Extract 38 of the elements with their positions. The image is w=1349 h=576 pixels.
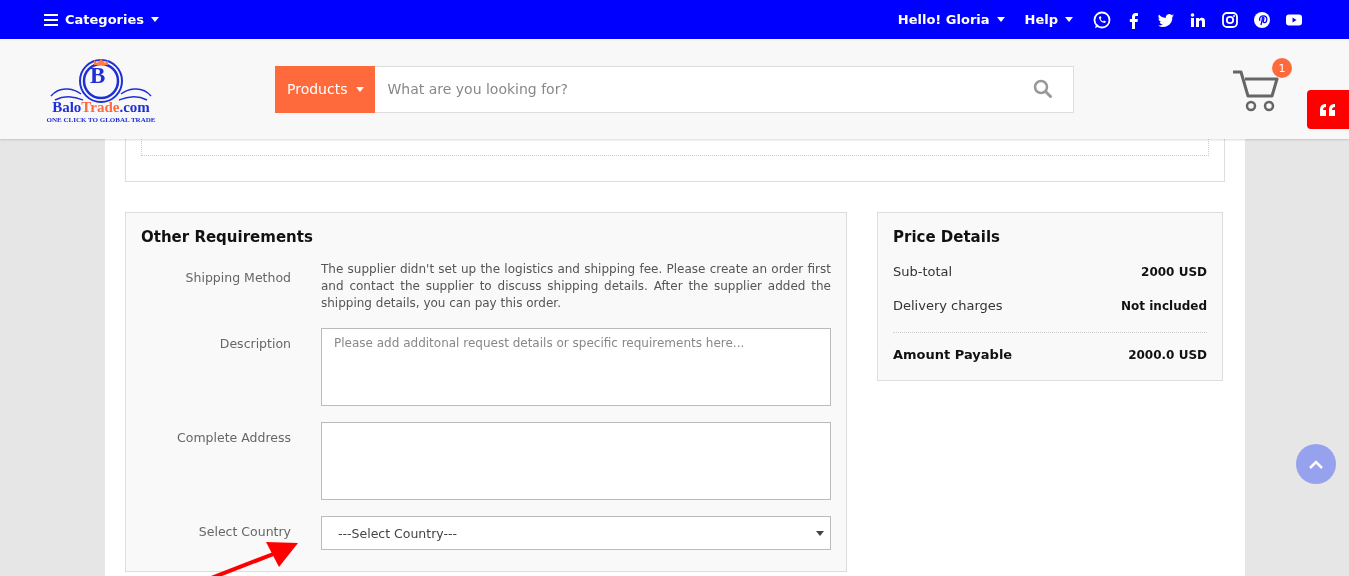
chevron-up-icon — [1309, 459, 1323, 469]
field-label: Description — [218, 335, 292, 351]
search-icon[interactable] — [1033, 79, 1053, 99]
whatsapp-icon[interactable] — [1093, 10, 1111, 29]
caret-icon — [1065, 17, 1073, 22]
caret-icon — [356, 86, 365, 92]
shipping-note: The supplier didn't set up the logistics and shipping fee. Please create an order first and contact the supplier to discuss shipping details. After the supplier added the shipping details, you can pay this order. — [321, 261, 831, 312]
logo-letter: B — [90, 64, 106, 87]
menu-icon — [44, 13, 58, 26]
linkedin-icon[interactable] — [1189, 10, 1207, 29]
field-label: Shipping Method — [184, 269, 292, 285]
account-menu[interactable]: Hello! Gloria — [897, 12, 1005, 27]
instagram-icon[interactable] — [1221, 10, 1239, 29]
country-select[interactable]: ---Select Country--- — [321, 516, 831, 550]
price-value: 2000 USD — [1141, 264, 1207, 279]
logo-text: BaloTrade.com — [52, 100, 150, 115]
price-label: Sub-total — [893, 264, 953, 279]
price-label: Delivery charges — [893, 298, 1003, 313]
panel-title: Price Details — [893, 228, 1001, 246]
field-label: Complete Address — [176, 429, 292, 445]
search-field[interactable]: What are you looking for? — [375, 65, 1074, 113]
caret-icon — [151, 17, 159, 22]
help-menu[interactable]: Help — [1024, 12, 1073, 27]
quote-icon — [1320, 103, 1336, 116]
pinterest-icon[interactable] — [1253, 10, 1271, 29]
caret-icon — [816, 530, 824, 536]
cart-count-badge: 1 — [1272, 58, 1292, 78]
field-label: Select Country — [197, 523, 292, 539]
search-input[interactable]: What are you looking for? — [375, 80, 1033, 98]
quote-tab[interactable] — [1307, 90, 1349, 129]
panel-title: Other Requirements — [141, 228, 314, 246]
price-label: Amount Payable — [893, 347, 1013, 362]
categories-menu[interactable]: Categories — [44, 12, 159, 27]
price-value: 2000.0 USD — [1128, 347, 1207, 362]
price-value: Not included — [1121, 298, 1207, 313]
text-area[interactable]: Please add additonal request details or specific requirements here... — [321, 328, 831, 406]
caret-icon — [996, 17, 1005, 22]
cart-icon[interactable] — [1231, 68, 1281, 113]
